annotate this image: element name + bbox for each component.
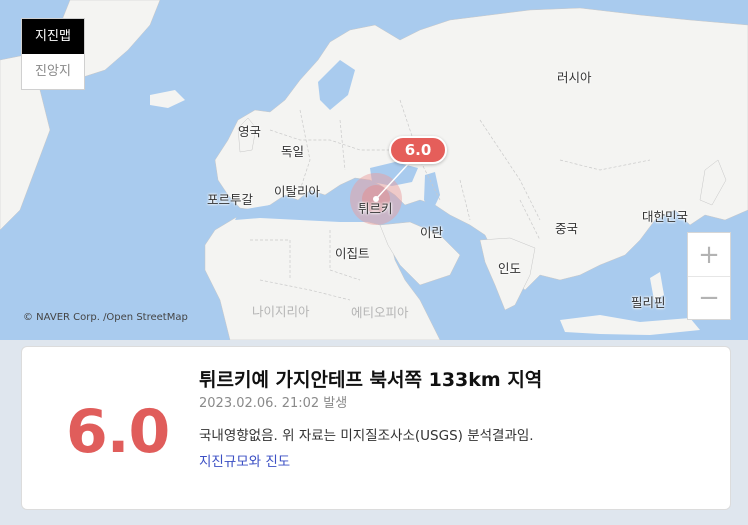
quake-note: 국내영향없음. 위 자료는 미지질조사소(USGS) 분석결과임. — [199, 428, 534, 444]
map-label-egypt: 이집트 — [335, 246, 370, 261]
magnitude-intensity-link[interactable]: 지진규모와 진도 — [199, 450, 290, 470]
magnitude-marker-badge[interactable]: 6.0 — [389, 136, 447, 164]
map-label-italy: 이탈리아 — [274, 184, 321, 199]
minus-icon: − — [698, 283, 720, 313]
quake-time: 2023.02.06. 21:02 발생 — [199, 396, 348, 411]
plus-icon: + — [698, 239, 720, 270]
zoom-control: + − — [687, 232, 731, 320]
earthquake-map[interactable]: 러시아 영국 독일 포르투갈 이탈리아 튀르키 이란 중국 대한민국 이집트 인… — [0, 0, 748, 340]
quake-location-title: 튀르키예 가지안테프 북서쪽 133km 지역 — [199, 369, 543, 391]
map-label-china: 중국 — [555, 221, 579, 236]
map-label-russia: 러시아 — [557, 70, 592, 85]
map-label-ethiopia: 에티오피아 — [351, 305, 409, 320]
toggle-epicenter[interactable]: 진앙지 — [22, 54, 84, 89]
map-label-philippines: 필리핀 — [631, 295, 666, 310]
earthquake-info-card: 6.0 튀르키예 가지안테프 북서쪽 133km 지역 2023.02.06. … — [21, 346, 731, 510]
toggle-quake-map[interactable]: 지진맵 — [22, 19, 84, 54]
map-base — [0, 0, 748, 340]
map-label-iran: 이란 — [420, 225, 444, 240]
magnitude-value: 6.0 — [66, 397, 170, 467]
zoom-in-button[interactable]: + — [688, 233, 730, 276]
map-attribution: © NAVER Corp. /Open StreetMap — [23, 312, 188, 323]
map-label-india: 인도 — [498, 261, 522, 276]
map-label-uk: 영국 — [238, 124, 262, 139]
earthquake-widget: 러시아 영국 독일 포르투갈 이탈리아 튀르키 이란 중국 대한민국 이집트 인… — [0, 0, 748, 525]
map-label-portugal: 포르투갈 — [207, 192, 254, 207]
map-label-turkey: 튀르키 — [358, 201, 393, 216]
map-label-korea: 대한민국 — [642, 209, 689, 224]
map-label-nigeria: 나이지리아 — [252, 304, 310, 319]
map-view-toggle: 지진맵 진앙지 — [21, 18, 85, 90]
map-label-germany: 독일 — [281, 144, 305, 159]
zoom-out-button[interactable]: − — [688, 276, 730, 319]
